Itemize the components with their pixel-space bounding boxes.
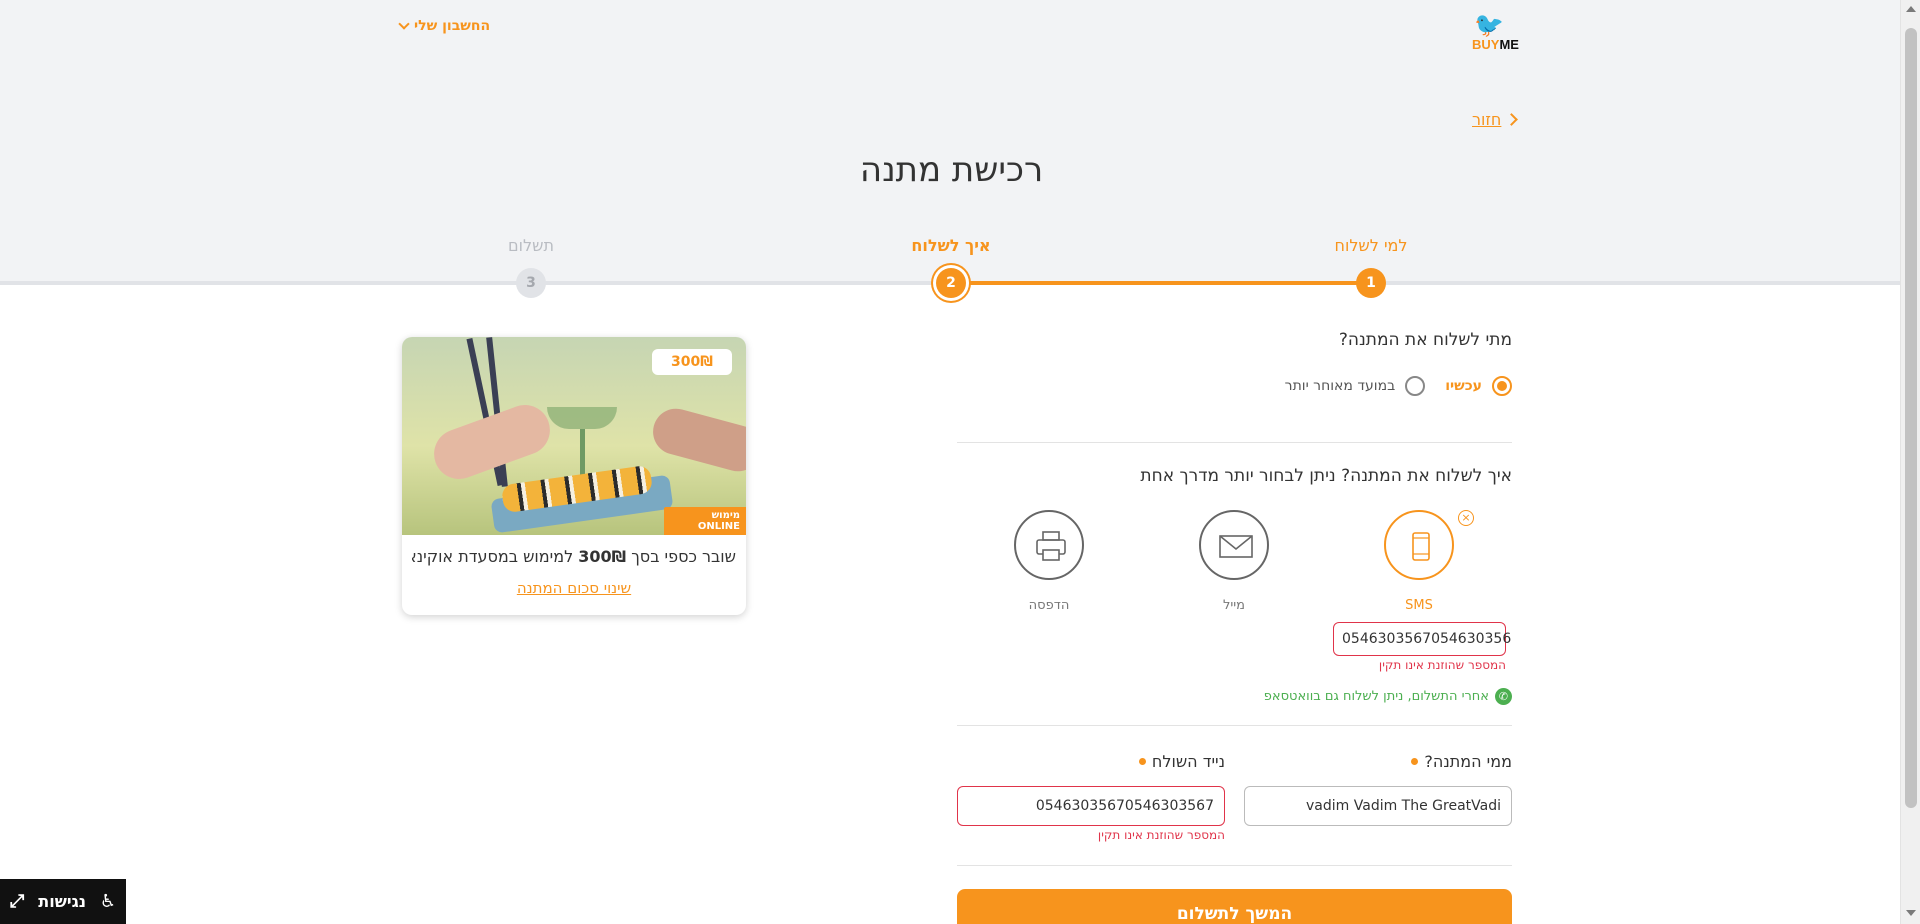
step-label: איך לשלוח <box>911 236 991 255</box>
scroll-up-icon[interactable] <box>1906 6 1916 12</box>
step-label: למי לשלוח <box>1334 236 1408 255</box>
method-label: SMS <box>1405 598 1433 613</box>
whatsapp-note: ✆ אחרי התשלום, ניתן לשלוח גם בוואטסאפ <box>1200 688 1512 705</box>
step-label: תשלום <box>508 236 554 255</box>
divider <box>957 865 1512 866</box>
scrollbar-thumb[interactable] <box>1905 28 1917 808</box>
from-label-text: ממי המתנה? <box>1424 752 1512 771</box>
how-question: איך לשלוח את המתנה? ניתן לבחור יותר מדרך… <box>1140 466 1512 486</box>
radio-label: במועד מאוחר יותר <box>1284 378 1396 394</box>
chevron-down-icon <box>398 18 410 30</box>
chevron-right-icon <box>1505 113 1519 126</box>
radio-dot <box>1405 376 1426 396</box>
when-options: עכשיו במועד מאוחר יותר <box>957 376 1512 396</box>
printer-icon <box>1014 510 1084 580</box>
radio-now[interactable]: עכשיו <box>1445 376 1512 396</box>
bird-logo-icon: 🐦 <box>1474 11 1504 39</box>
radio-later[interactable]: במועד מאוחר יותר <box>1285 376 1426 396</box>
gift-description: שובר כספי בסך 300₪ למימוש במסעדת אוקינאו… <box>412 547 736 566</box>
gift-card: 300₪ מימוש ONLINE שובר כספי בסך 300₪ למי… <box>402 337 746 615</box>
sender-phone-error: המספר שהוזנת אינו תקין <box>1097 828 1225 842</box>
back-link[interactable]: חזור <box>1472 110 1519 129</box>
required-dot <box>1411 758 1419 765</box>
steps-progress <box>951 281 1371 285</box>
change-amount-link[interactable]: שינוי סכום המתנה <box>402 579 746 597</box>
sms-phone-error: המספר שהוזנת אינו תקין <box>1378 658 1506 672</box>
sms-phone-input[interactable]: 0546303567054630356 <box>1333 622 1511 656</box>
price-badge: 300₪ <box>652 349 732 375</box>
divider <box>957 442 1512 443</box>
method-email[interactable]: מייל <box>1198 510 1270 613</box>
accessibility-label: נגישות <box>38 892 86 911</box>
page-title: רכישת מתנה <box>859 150 1044 190</box>
scroll-down-icon[interactable] <box>1906 910 1916 916</box>
accessibility-button[interactable]: ♿ נגישות ⤢ <box>0 879 126 924</box>
close-icon[interactable]: × <box>1458 510 1474 526</box>
scrollbar[interactable] <box>1900 0 1920 924</box>
envelope-icon <box>1199 510 1269 580</box>
radio-dot <box>1492 376 1512 396</box>
wheelchair-icon: ♿ <box>99 891 116 912</box>
sender-phone-label: נייד השולח <box>957 752 1225 771</box>
step-number: 1 <box>1356 268 1386 298</box>
method-label: הדפסה <box>1028 598 1070 613</box>
from-label: ממי המתנה? <box>1244 752 1512 771</box>
mobile-phone-icon <box>1384 510 1454 580</box>
online-badge: מימוש ONLINE <box>664 507 746 535</box>
account-label: החשבון שלי <box>414 18 491 34</box>
step-number: 3 <box>516 268 546 298</box>
gift-image: 300₪ מימוש ONLINE <box>402 337 746 535</box>
back-label: חזור <box>1472 110 1502 129</box>
logo-wordmark: BUYME <box>1472 37 1519 52</box>
expand-icon: ⤢ <box>10 891 25 912</box>
radio-label: עכשיו <box>1445 378 1482 394</box>
continue-to-payment-button[interactable]: המשך לתשלום <box>957 889 1512 924</box>
account-menu[interactable]: החשבון שלי <box>398 18 491 34</box>
method-sms[interactable]: SMS <box>1383 510 1455 613</box>
divider <box>957 725 1512 726</box>
method-label: מייל <box>1222 598 1246 613</box>
required-dot <box>1138 758 1146 765</box>
step-number: 2 <box>936 268 966 298</box>
whatsapp-note-text: אחרי התשלום, ניתן לשלוח גם בוואטסאפ <box>1263 689 1489 704</box>
when-section: מתי לשלוח את המתנה? עכשיו במועד מאוחר יו… <box>957 330 1512 396</box>
sender-phone-label-text: נייד השולח <box>1151 752 1225 771</box>
sender-phone-input[interactable]: 05463035670546303567 <box>957 786 1225 826</box>
from-name-input[interactable]: vadim Vadim The GreatVadi <box>1244 786 1512 826</box>
buyme-logo[interactable]: 🐦 BUYME <box>1466 8 1522 54</box>
when-question: מתי לשלוח את המתנה? <box>1338 330 1512 350</box>
whatsapp-icon: ✆ <box>1495 688 1512 705</box>
method-print[interactable]: הדפסה <box>1013 510 1085 613</box>
